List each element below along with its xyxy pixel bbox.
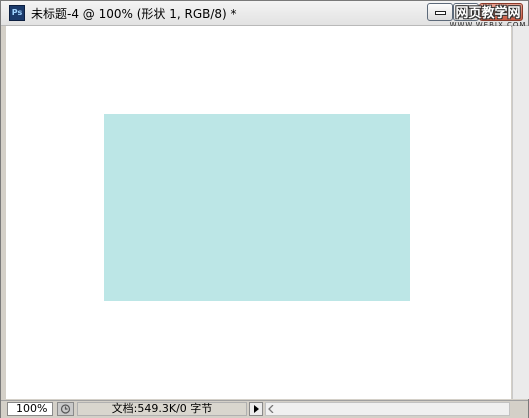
status-bar: 100% 文档:549.3K/0 字节: [1, 400, 528, 418]
maximize-button[interactable]: [453, 3, 479, 21]
scroll-left-icon: [268, 405, 274, 413]
horizontal-scrollbar[interactable]: [265, 402, 510, 416]
triangle-right-icon: [254, 405, 259, 413]
rectangle-shape[interactable]: [104, 114, 410, 301]
minimize-icon: [435, 11, 446, 15]
zoom-input[interactable]: 100%: [7, 402, 53, 416]
window-title: 未标题-4 @ 100% (形状 1, RGB/8) *: [31, 7, 237, 21]
resize-corner[interactable]: [512, 402, 527, 417]
document-window: Ps 未标题-4 @ 100% (形状 1, RGB/8) * ✕ 网页教学网 …: [0, 0, 529, 418]
status-menu-button[interactable]: [249, 402, 263, 416]
close-icon: ✕: [495, 5, 507, 19]
minimize-button[interactable]: [427, 3, 453, 21]
vertical-scrollbar[interactable]: [512, 26, 529, 399]
title-bar[interactable]: Ps 未标题-4 @ 100% (形状 1, RGB/8) * ✕ 网页教学网 …: [1, 1, 528, 29]
maximize-icon: [461, 7, 472, 17]
document-info: 文档:549.3K/0 字节: [77, 402, 247, 416]
photoshop-icon: Ps: [9, 5, 25, 21]
document-canvas[interactable]: [6, 26, 511, 399]
close-button[interactable]: ✕: [479, 3, 523, 21]
history-icon[interactable]: [57, 402, 74, 416]
